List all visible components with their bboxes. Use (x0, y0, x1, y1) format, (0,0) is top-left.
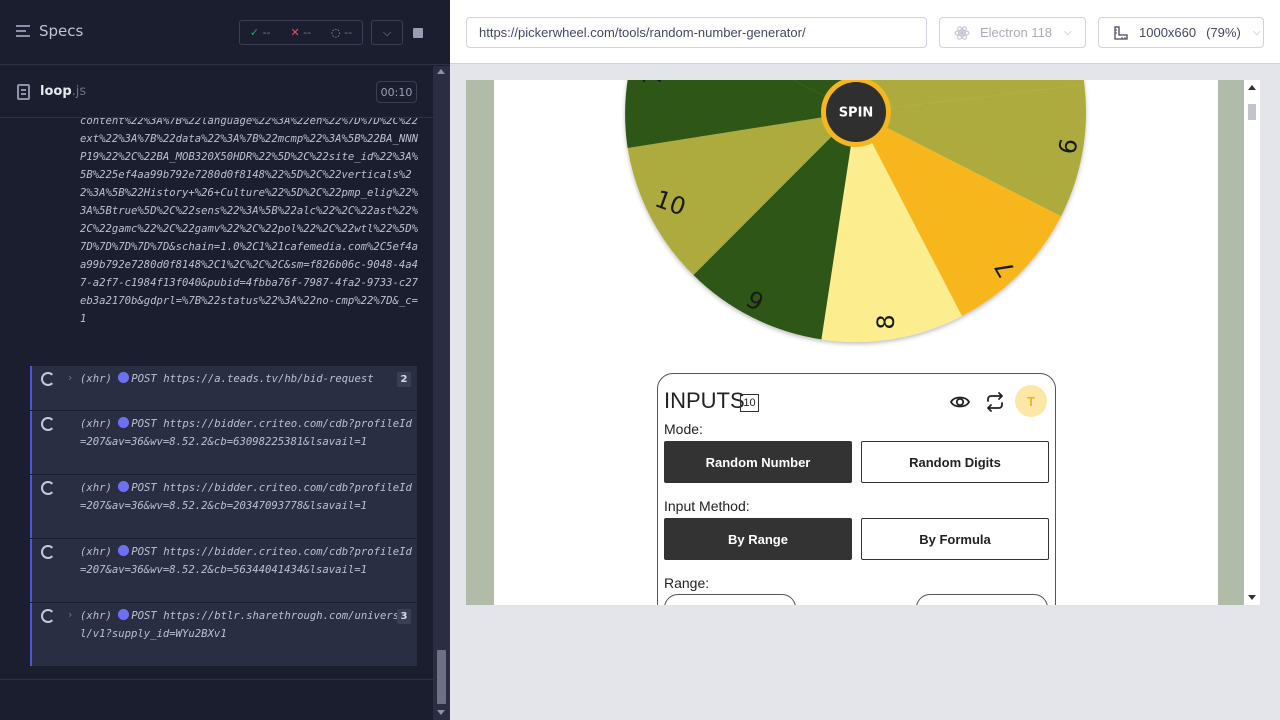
chevron-right-icon[interactable]: › (68, 608, 72, 621)
collapse-button[interactable]: ⌵ (371, 20, 403, 45)
pending-spinner-icon (41, 417, 55, 431)
range-label: Range: (664, 575, 710, 591)
url-bar[interactable]: https://pickerwheel.com/tools/random-num… (466, 17, 927, 48)
xhr-text: (xhr) POST https://btlr.sharethrough.com… (80, 609, 406, 640)
chevron-down-icon: ⌵ (1252, 27, 1261, 38)
spin-label: SPIN (839, 106, 874, 121)
browser-selector[interactable]: Electron 118 ⌵ (939, 17, 1086, 48)
pending-spinner-icon (41, 545, 55, 559)
aut-iframe: 7 9 10 7 6 8 SPIN INPUTS 10 T (466, 80, 1260, 605)
check-icon: ✓ (249, 26, 260, 39)
page-scrollbar[interactable] (1244, 80, 1260, 605)
scrollbar-thumb[interactable] (437, 650, 446, 704)
reporter-scrollbar[interactable] (433, 66, 450, 720)
cypress-reporter: Specs ✓ -- ✕ -- ◌ -- ⌵ loop.js 00:10 con… (0, 0, 450, 720)
spin-button[interactable]: SPIN (821, 80, 891, 147)
pending-spinner-icon (41, 609, 55, 623)
ruler-icon (1114, 25, 1128, 40)
inputs-title: INPUTS (664, 388, 745, 413)
divider (0, 679, 433, 680)
failed-stat: ✕ -- (290, 26, 312, 39)
pending-spinner-icon (41, 372, 55, 386)
repeat-icon[interactable] (983, 390, 1007, 414)
status-dot-icon (118, 481, 130, 492)
status-dot-icon (118, 545, 130, 556)
range-min-input[interactable] (664, 594, 796, 605)
stop-icon (413, 27, 423, 38)
command-log: content%22%3A%7B%22language%22%3A%22en%2… (0, 118, 433, 678)
spec-file-row: loop.js 00:10 (0, 66, 433, 118)
range-max-input[interactable] (916, 594, 1048, 605)
viewport-selector[interactable]: 1000x660 (79%) ⌵ (1098, 17, 1264, 48)
test-stats: ✓ -- ✕ -- ◌ -- (239, 20, 363, 45)
browser-label: Electron 118 (980, 25, 1053, 40)
status-dot-icon (118, 417, 130, 428)
reporter-header: Specs ✓ -- ✕ -- ◌ -- ⌵ (0, 0, 450, 65)
scrollbar-thumb[interactable] (1248, 104, 1256, 120)
menu-icon (16, 25, 30, 37)
wheel-number: 8 (872, 314, 900, 329)
run-timer: 00:10 (376, 81, 417, 103)
chevron-down-icon: ⌵ (382, 25, 392, 39)
xhr-text: (xhr) POST https://a.teads.tv/hb/bid-req… (80, 372, 374, 385)
electron-icon (954, 25, 970, 40)
spec-filename[interactable]: loop.js (40, 84, 86, 99)
scroll-down-icon[interactable] (1248, 595, 1256, 600)
input-method-label: Input Method: (664, 498, 750, 514)
xhr-text: (xhr) POST https://bidder.criteo.com/cdb… (80, 545, 412, 576)
method-by-formula-button[interactable]: By Formula (861, 518, 1049, 560)
status-dot-icon (118, 609, 130, 620)
stop-button[interactable] (402, 20, 434, 45)
count-badge: 3 (397, 609, 411, 624)
xhr-text: (xhr) POST https://bidder.criteo.com/cdb… (80, 481, 412, 512)
chevron-right-icon[interactable]: › (68, 371, 72, 384)
pending-spinner-icon (41, 481, 55, 495)
mode-label: Mode: (664, 421, 703, 437)
pending-stat: ◌ -- (330, 26, 353, 39)
mode-random-digits-button[interactable]: Random Digits (861, 441, 1049, 483)
count-badge: 2 (397, 372, 411, 387)
xhr-entry[interactable]: (xhr) POST https://bidder.criteo.com/cdb… (30, 411, 417, 474)
file-icon (17, 84, 30, 100)
aut-header: https://pickerwheel.com/tools/random-num… (450, 0, 1280, 64)
eye-icon[interactable] (948, 390, 972, 414)
xhr-text: (xhr) POST https://bidder.criteo.com/cdb… (80, 417, 412, 448)
scroll-up-icon[interactable] (437, 69, 445, 74)
viewport-zoom: (79%) (1206, 25, 1241, 40)
picker-wheel[interactable]: 7 9 10 7 6 8 SPIN (494, 80, 1218, 380)
previous-log-url: content%22%3A%7B%22language%22%3A%22en%2… (80, 118, 419, 325)
specs-toggle-button[interactable]: Specs (16, 22, 83, 40)
xhr-entry[interactable]: › (xhr) POST https://a.teads.tv/hb/bid-r… (30, 366, 417, 410)
xhr-entry[interactable]: (xhr) POST https://bidder.criteo.com/cdb… (30, 539, 417, 602)
specs-label: Specs (39, 22, 84, 40)
scroll-down-icon[interactable] (437, 710, 445, 715)
inputs-count-badge: 10 (740, 394, 759, 412)
method-by-range-button[interactable]: By Range (664, 518, 852, 560)
passed-stat: ✓ -- (249, 26, 271, 39)
chevron-down-icon: ⌵ (1064, 27, 1072, 38)
status-dot-icon (118, 372, 130, 383)
scroll-up-icon[interactable] (1248, 85, 1256, 90)
app-page: 7 9 10 7 6 8 SPIN INPUTS 10 T (494, 80, 1218, 605)
mode-random-number-button[interactable]: Random Number (664, 441, 852, 483)
avatar[interactable]: T (1015, 385, 1047, 417)
xhr-entry[interactable]: (xhr) POST https://bidder.criteo.com/cdb… (30, 475, 417, 538)
inputs-panel: INPUTS 10 T Mode: Random Number Random D… (657, 373, 1056, 605)
viewport-size: 1000x660 (1139, 25, 1197, 40)
cross-icon: ✕ (290, 26, 300, 39)
pending-icon: ◌ (330, 26, 341, 39)
xhr-entry[interactable]: › (xhr) POST https://btlr.sharethrough.c… (30, 603, 417, 666)
